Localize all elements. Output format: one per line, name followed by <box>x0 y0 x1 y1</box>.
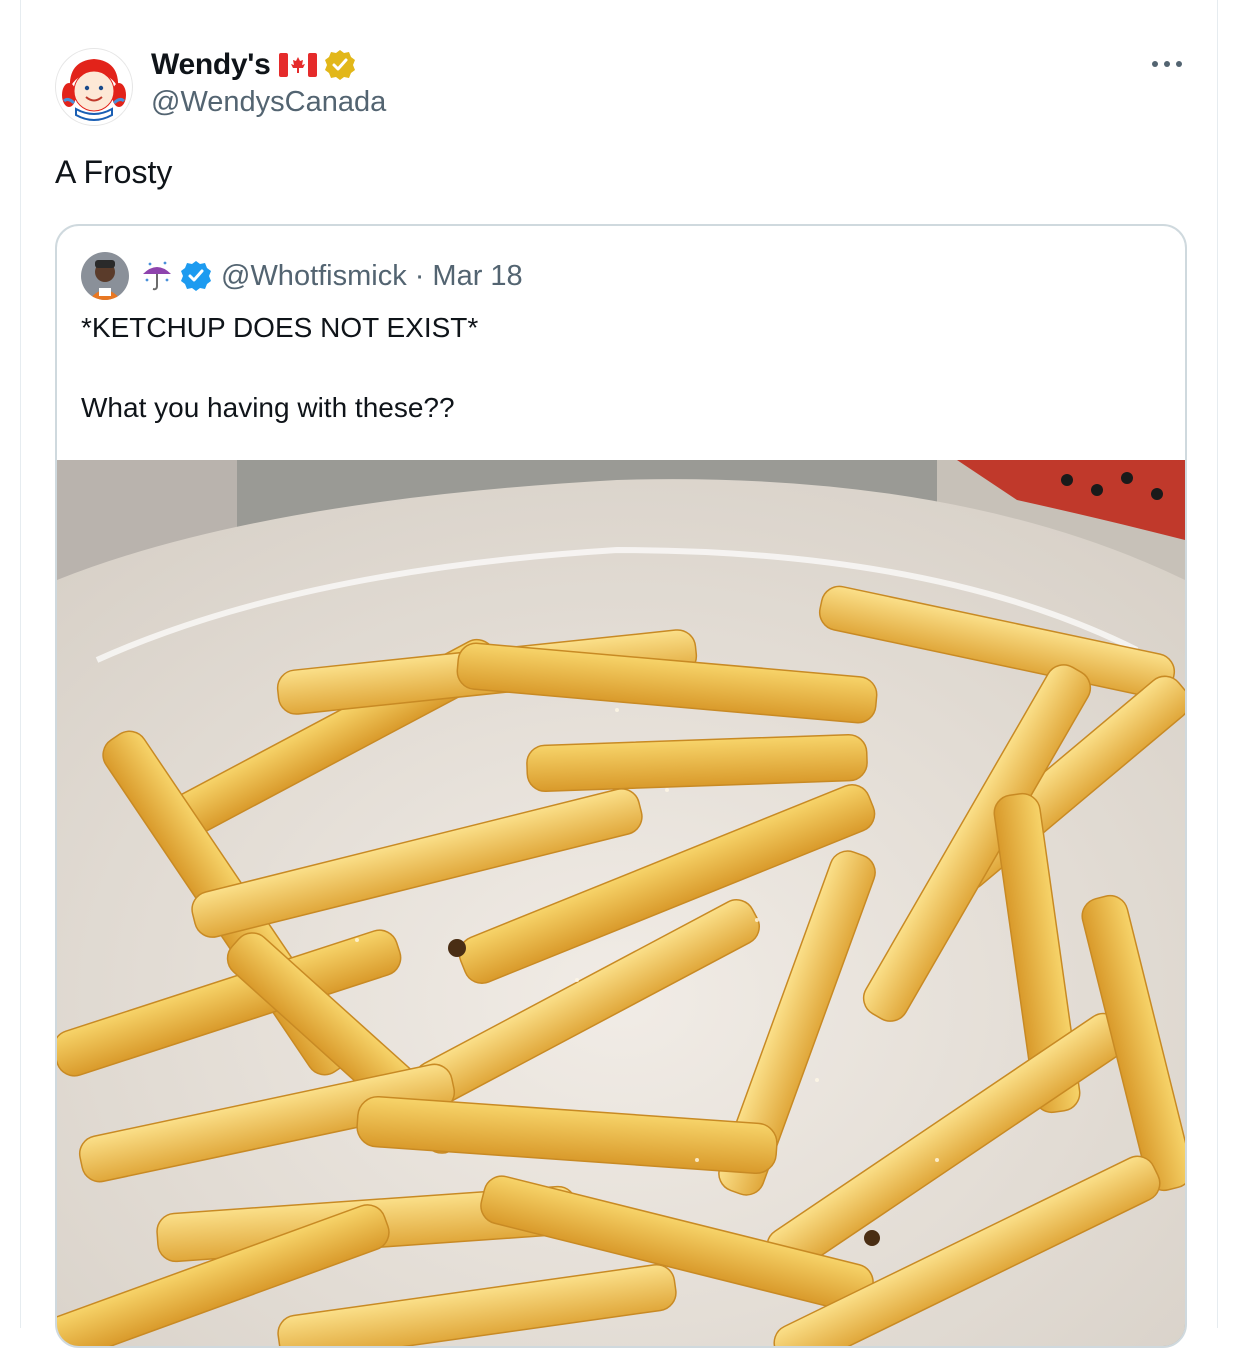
wendys-avatar[interactable] <box>55 48 133 126</box>
gold-verified-icon[interactable] <box>323 48 357 82</box>
quoted-post-date[interactable]: Mar 18 <box>432 260 522 293</box>
quoted-tweet[interactable]: @Whotfismick · Mar 18 *KETCHUP DOES NOT … <box>55 224 1187 1348</box>
umbrella-rain-icon <box>139 258 175 294</box>
author-handle[interactable]: @WendysCanada <box>151 86 386 119</box>
tweet-card: Wendy's @WendysCanada A Frosty @Whotfism… <box>20 0 1218 1348</box>
quoted-text-line-1: *KETCHUP DOES NOT EXIST* <box>81 312 479 343</box>
french-fries-photo[interactable] <box>57 460 1185 1346</box>
quoted-text-line-2: What you having with these?? <box>81 392 455 423</box>
post-author: Wendy's @WendysCanada <box>151 46 386 119</box>
quoted-user-avatar[interactable] <box>81 252 129 300</box>
quoted-tweet-header: @Whotfismick · Mar 18 <box>81 250 523 302</box>
date-separator: · <box>414 259 425 292</box>
author-display-name[interactable]: Wendy's <box>151 48 271 82</box>
post-text: A Frosty <box>55 154 173 190</box>
canada-flag-icon <box>278 53 317 77</box>
quoted-user-handle[interactable]: @Whotfismick <box>221 260 407 293</box>
ellipsis-icon[interactable] <box>1149 54 1185 74</box>
blue-verified-icon[interactable] <box>179 259 213 293</box>
